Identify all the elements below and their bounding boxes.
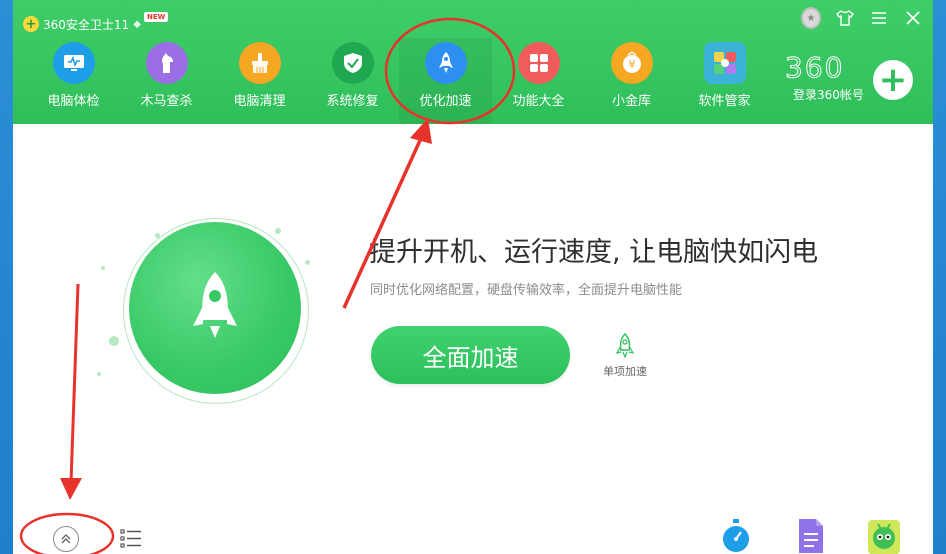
medal-icon[interactable]: ★ [801,7,821,29]
page-headline: 提升开机、运行速度, 让电脑快如闪电 [369,237,819,268]
nav-item-label: 木马查杀 [140,94,193,109]
monitor-icon [52,42,95,84]
svg-text:¥: ¥ [628,58,635,71]
shield-icon [331,42,374,84]
nav-item-vault[interactable]: ¥ 小金库 [585,38,678,124]
brand-block: 360 登录360帐号 [785,51,864,103]
decor-dot [101,266,105,270]
nav-item-label: 系统修复 [326,94,379,109]
app-logo-icon: + [23,16,39,32]
app-title-text: 360安全卫士11 [43,17,130,32]
full-accelerate-button[interactable]: 全面加速 [371,326,570,384]
nav-item-label: 功能大全 [512,94,565,109]
app-title: + 360安全卫士11 ◆ [23,14,141,34]
nav-item-software[interactable]: 软件管家 [678,38,771,124]
nav-item-label: 电脑清理 [233,94,286,109]
nav-item-features[interactable]: 功能大全 [492,38,585,124]
header-bar: + 360安全卫士11 ◆ NEW ★ 电脑体检 木马查杀 电脑清理 系统修复 … [13,0,933,124]
brand-logo: 360 [785,51,845,84]
app-window: + 360安全卫士11 ◆ NEW ★ 电脑体检 木马查杀 电脑清理 系统修复 … [13,0,933,554]
add-button[interactable]: + [873,60,913,100]
rocket-icon [193,272,237,338]
decor-dot [97,372,101,376]
nav-item-cleanup[interactable]: 电脑清理 [213,38,306,124]
single-accelerate-button[interactable]: 单项加速 [595,333,655,379]
nav-item-label: 电脑体检 [47,94,100,109]
nav-item-optimize[interactable]: 优化加速 [399,38,492,124]
rocket-icon [424,42,467,84]
coin-icon: ¥ [610,42,653,84]
list-view-icon[interactable] [120,528,142,554]
android-icon[interactable] [868,518,900,554]
decor-dot [109,336,119,346]
rocket-circle [129,222,301,394]
nav-item-label: 优化加速 [419,94,472,109]
diamond-icon: ◆ [133,18,141,30]
decor-dot [275,228,281,234]
rocket-outline-icon [615,333,635,359]
collapse-up-icon[interactable] [53,526,79,552]
document-icon[interactable] [798,518,824,554]
stopwatch-icon[interactable] [721,518,751,554]
close-icon[interactable] [903,8,923,28]
menu-icon[interactable] [869,8,889,28]
nav-item-repair[interactable]: 系统修复 [306,38,399,124]
single-accelerate-label: 单项加速 [603,365,647,378]
login-link[interactable]: 登录360帐号 [793,86,864,103]
page-subline: 同时优化网络配置，硬盘传输效率，全面提升电脑性能 [370,283,683,298]
app-store-icon [703,42,746,84]
broom-icon [238,42,281,84]
new-badge: NEW [144,12,169,22]
horse-icon [145,42,188,84]
nav-item-trojan[interactable]: 木马查杀 [120,38,213,124]
nav-item-label: 软件管家 [698,94,751,109]
grid-icon [517,42,560,84]
window-controls: ★ [801,7,923,29]
main-nav: 电脑体检 木马查杀 电脑清理 系统修复 优化加速 功能大全 ¥ 小金库 软件管家 [27,38,771,124]
nav-item-checkup[interactable]: 电脑体检 [27,38,120,124]
nav-item-label: 小金库 [611,94,651,109]
skin-icon[interactable] [835,8,855,28]
decor-dot [305,260,310,265]
